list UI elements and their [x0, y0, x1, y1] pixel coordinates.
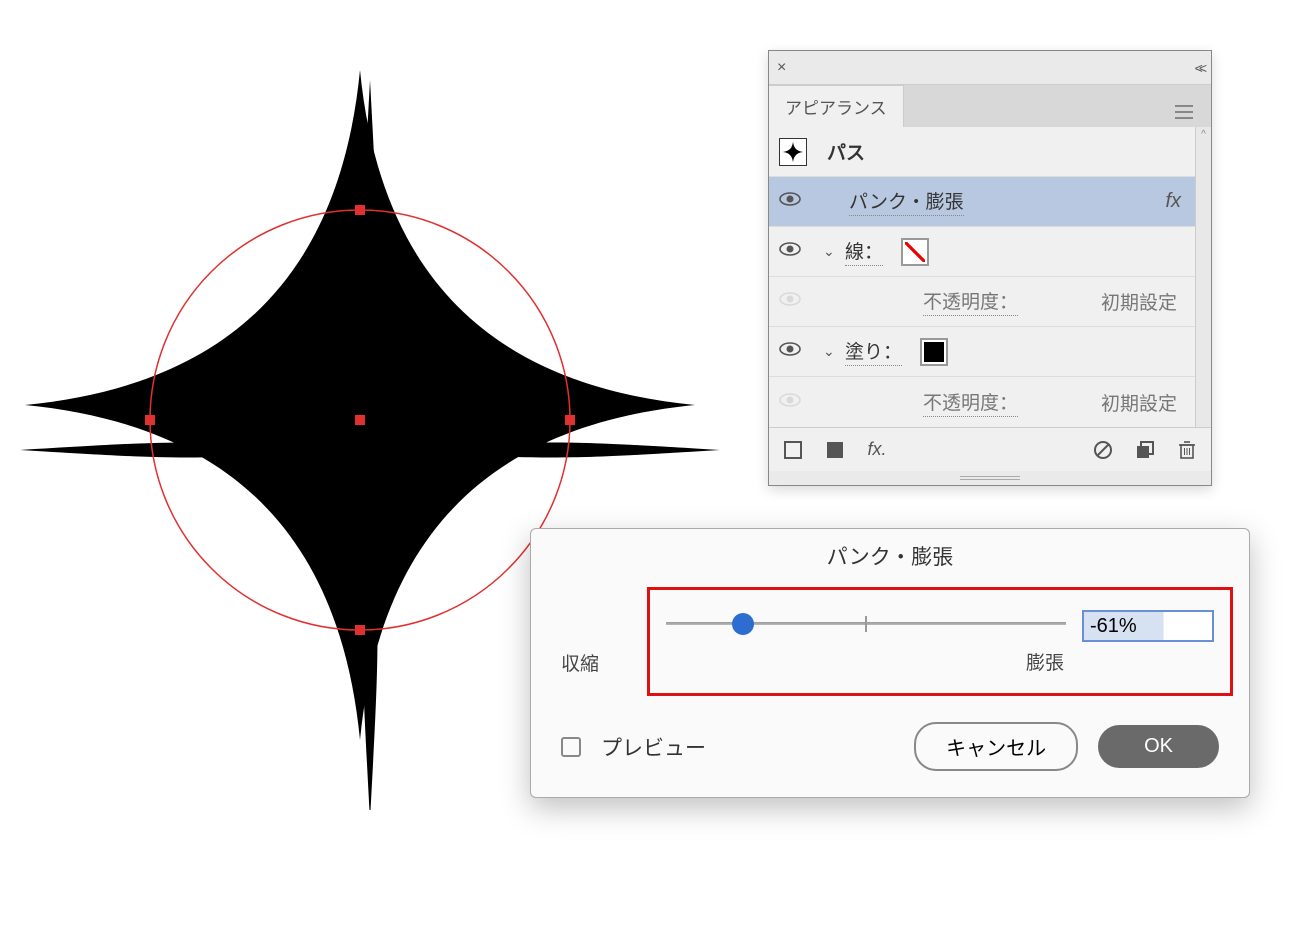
path-label: パス [827, 138, 865, 165]
clear-icon[interactable] [1091, 438, 1115, 462]
pucker-bloat-dialog: パンク・膨張 収縮 膨張 プレビュー キャンセル OK [530, 528, 1250, 798]
panel-footer: fx. [769, 427, 1211, 471]
highlight-box: 膨張 [647, 587, 1233, 696]
stroke-swatch-none[interactable] [901, 238, 929, 266]
slider[interactable] [666, 602, 1214, 648]
row-stroke[interactable]: ⌄ 線： [769, 227, 1211, 277]
visibility-icon[interactable] [779, 340, 805, 363]
add-effect-icon[interactable]: fx. [865, 438, 889, 462]
row-path[interactable]: パス [769, 127, 1211, 177]
row-fill-opacity[interactable]: 不透明度： 初期設定 [769, 377, 1211, 427]
ok-button[interactable]: OK [1098, 725, 1219, 768]
slider-thumb[interactable] [732, 613, 754, 635]
new-stroke-icon[interactable] [781, 438, 805, 462]
expand-label: 膨張 [666, 648, 1214, 675]
fill-label: 塗り： [845, 337, 902, 366]
new-fill-icon[interactable] [823, 438, 847, 462]
visibility-icon[interactable] [779, 240, 805, 263]
fill-swatch-black[interactable] [920, 338, 948, 366]
appearance-panel: × << アピアランス ^ パス パンク・膨張 fx ⌄ [768, 50, 1212, 486]
path-thumbnail-icon [779, 138, 807, 166]
opacity-label: 不透明度： [923, 388, 1018, 417]
shrink-label: 収縮 [561, 649, 599, 676]
close-icon[interactable]: × [777, 59, 786, 77]
row-stroke-opacity[interactable]: 不透明度： 初期設定 [769, 277, 1211, 327]
visibility-icon[interactable] [779, 290, 805, 313]
chevron-down-icon[interactable]: ⌄ [823, 343, 845, 360]
stroke-label: 線： [845, 237, 883, 266]
row-effect-pucker-bloat[interactable]: パンク・膨張 fx [769, 177, 1211, 227]
effect-label: パンク・膨張 [849, 187, 964, 216]
tab-appearance[interactable]: アピアランス [769, 85, 904, 127]
visibility-icon[interactable] [779, 391, 805, 414]
preview-checkbox[interactable] [561, 737, 581, 757]
fx-icon[interactable]: fx [1165, 190, 1181, 213]
row-fill[interactable]: ⌄ 塗り： [769, 327, 1211, 377]
duplicate-icon[interactable] [1133, 438, 1157, 462]
cancel-button[interactable]: キャンセル [914, 722, 1078, 771]
visibility-icon[interactable] [779, 190, 805, 213]
resize-gripper[interactable] [769, 471, 1211, 485]
opacity-value: 初期設定 [1101, 389, 1177, 416]
preview-label: プレビュー [601, 732, 706, 762]
scrollbar[interactable]: ^ [1195, 127, 1211, 427]
opacity-label: 不透明度： [923, 287, 1018, 316]
trash-icon[interactable] [1175, 438, 1199, 462]
opacity-value: 初期設定 [1101, 288, 1177, 315]
dialog-title: パンク・膨張 [531, 529, 1249, 581]
collapse-icon[interactable]: << [1195, 60, 1203, 76]
panel-menu-icon[interactable] [1167, 97, 1201, 127]
chevron-down-icon[interactable]: ⌄ [823, 243, 845, 260]
value-input[interactable] [1082, 610, 1214, 642]
